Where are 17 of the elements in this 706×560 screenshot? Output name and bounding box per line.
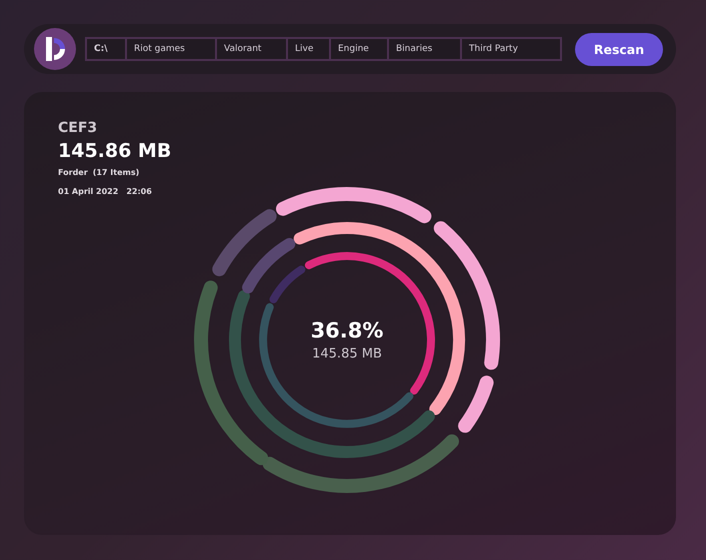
modified-date: 01 April 2022 <box>58 187 118 196</box>
folder-crumb[interactable]: Engine <box>331 39 387 59</box>
folder-crumb[interactable]: Binaries <box>389 39 460 59</box>
folder-crumb[interactable]: Third Party <box>462 39 560 59</box>
folder-name: CEF3 <box>58 120 98 136</box>
rescan-button[interactable]: Rescan <box>575 32 663 66</box>
folder-crumb[interactable]: Riot games <box>127 39 215 59</box>
percentage: 36.8% <box>310 318 384 342</box>
folder-crumb[interactable]: Live <box>288 39 329 59</box>
item-type: Forder <box>58 168 88 177</box>
folder-crumb[interactable]: Valorant <box>217 39 286 59</box>
drive-crumb[interactable]: C:\ <box>87 39 125 59</box>
center-size: 145.85 MB <box>312 346 382 362</box>
item-count: (17 Items) <box>92 168 140 177</box>
folder-size: 145.86 MB <box>58 140 172 162</box>
modified-time: 22:06 <box>126 187 152 196</box>
logo-icon <box>34 28 76 70</box>
